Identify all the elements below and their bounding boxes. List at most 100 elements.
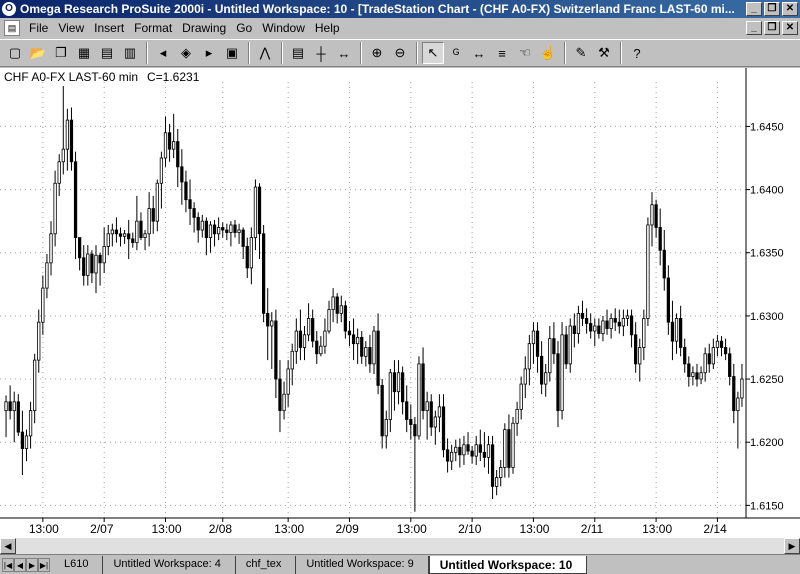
- candle-body: [621, 318, 626, 327]
- candle-body: [683, 347, 687, 365]
- menu-help[interactable]: Help: [310, 21, 345, 35]
- candle-body: [90, 253, 94, 274]
- pointer-icon[interactable]: ↖: [422, 42, 444, 64]
- candle-body: [106, 233, 110, 247]
- candle-body: [270, 320, 274, 327]
- candle-body: [499, 467, 503, 478]
- format-icon[interactable]: ▤: [287, 42, 309, 64]
- title-bar[interactable]: O Omega Research ProSuite 2000i - Untitl…: [0, 0, 800, 18]
- candle-body: [233, 224, 237, 233]
- scroll-track[interactable]: [16, 538, 784, 554]
- candle-body: [78, 237, 82, 259]
- candle-body: [425, 401, 429, 412]
- app-icon[interactable]: O: [2, 2, 16, 16]
- copy-icon[interactable]: ❐: [50, 42, 72, 64]
- tab-chf-tex[interactable]: chf_tex: [236, 555, 297, 574]
- document-icon[interactable]: ▤: [4, 20, 20, 36]
- horizontal-arrows-icon[interactable]: ↔: [468, 42, 490, 64]
- candle-body: [65, 119, 69, 150]
- candle-body: [4, 401, 8, 412]
- forward-icon[interactable]: ▸: [198, 42, 220, 64]
- candle-body: [642, 318, 646, 348]
- candle-body: [740, 378, 744, 399]
- candle-body: [327, 309, 331, 332]
- toolbar-separator: [281, 42, 283, 64]
- candle-body: [482, 451, 487, 458]
- lines-icon[interactable]: ≡: [491, 42, 513, 64]
- doc-close-button[interactable]: ✕: [782, 21, 798, 35]
- print-icon[interactable]: ▤: [96, 42, 118, 64]
- scroll-left-arrow[interactable]: ◀: [0, 538, 16, 554]
- candle-body: [323, 330, 327, 347]
- candle-body: [629, 315, 634, 336]
- candle-body: [376, 330, 380, 386]
- open-icon[interactable]: 📂: [27, 42, 49, 64]
- candle-body: [703, 353, 707, 374]
- candle-body: [204, 220, 209, 238]
- hand-icon[interactable]: ☜: [514, 42, 536, 64]
- printer-icon[interactable]: ▥: [119, 42, 141, 64]
- doc-restore-button[interactable]: ❐: [764, 21, 780, 35]
- help-icon[interactable]: ?: [626, 42, 648, 64]
- tab-nav-button[interactable]: ▶|: [38, 557, 50, 572]
- candle-body: [155, 182, 159, 222]
- chart-area[interactable]: CHF A0-FX LAST-60 min C=1.6231 1.6450 1.6…: [0, 68, 800, 538]
- candle-body: [302, 334, 307, 348]
- back-icon[interactable]: ◂: [152, 42, 174, 64]
- candle-body: [319, 345, 323, 355]
- grid-icon[interactable]: ▦: [73, 42, 95, 64]
- candle-body: [478, 444, 482, 453]
- send-icon[interactable]: ◈: [175, 42, 197, 64]
- candle-body: [490, 444, 495, 487]
- candle-body: [200, 220, 204, 231]
- tab-untitled-workspace-10[interactable]: Untitled Workspace: 10: [428, 555, 588, 574]
- candle-body: [658, 227, 662, 251]
- close-button[interactable]: ✕: [782, 2, 798, 16]
- candle-body: [388, 372, 392, 420]
- horizontal-scrollbar[interactable]: ◀ ▶: [0, 538, 800, 554]
- insert-indicator-icon[interactable]: ⋀: [254, 42, 276, 64]
- candle-body: [580, 312, 585, 319]
- candle-body: [539, 355, 544, 385]
- chart-icon[interactable]: ▣: [221, 42, 243, 64]
- candle-body: [384, 419, 388, 437]
- menu-file[interactable]: File: [24, 21, 53, 35]
- candle-body: [278, 378, 282, 412]
- minimize-button[interactable]: _: [746, 2, 762, 16]
- pencil-icon[interactable]: ✎: [570, 42, 592, 64]
- zoom-out-icon[interactable]: ⊖: [389, 42, 411, 64]
- menu-go[interactable]: Go: [231, 21, 257, 35]
- candle-body: [241, 229, 245, 247]
- tab-nav-button[interactable]: ▶: [26, 557, 38, 572]
- menu-window[interactable]: Window: [257, 21, 310, 35]
- price-chart[interactable]: CHF A0-FX LAST-60 min C=1.6231 1.6450 1.6…: [0, 68, 800, 538]
- tab-untitled-workspace-4[interactable]: Untitled Workspace: 4: [103, 555, 236, 574]
- window-title: Omega Research ProSuite 2000i - Untitled…: [20, 2, 735, 16]
- candle-body: [176, 141, 180, 168]
- new-icon[interactable]: ▢: [4, 42, 26, 64]
- toolbar-separator: [416, 42, 418, 64]
- menu-insert[interactable]: Insert: [89, 21, 129, 35]
- tab-nav-button[interactable]: |◀: [2, 557, 14, 572]
- tab-l610[interactable]: L610: [54, 555, 104, 574]
- tab-nav-button[interactable]: ◀: [14, 557, 26, 572]
- data-tip-icon[interactable]: ᴳ: [445, 42, 467, 64]
- toolbar-separator: [360, 42, 362, 64]
- menu-drawing[interactable]: Drawing: [177, 21, 231, 35]
- doc-minimize-button[interactable]: _: [746, 21, 762, 35]
- scroll-right-arrow[interactable]: ▶: [784, 538, 800, 554]
- tab-untitled-workspace-9[interactable]: Untitled Workspace: 9: [296, 555, 429, 574]
- spread-icon[interactable]: ↔: [333, 42, 355, 64]
- menu-view[interactable]: View: [53, 21, 89, 35]
- tools-icon[interactable]: ⚒: [593, 42, 615, 64]
- hand-alt-icon[interactable]: ☝: [537, 42, 559, 64]
- chart-close-label: C=1.6231: [147, 70, 200, 84]
- bar-spacing-icon[interactable]: ┼: [310, 42, 332, 64]
- candle-body: [679, 318, 683, 348]
- candle-body: [728, 353, 732, 377]
- candle-body: [343, 305, 348, 332]
- zoom-in-icon[interactable]: ⊕: [366, 42, 388, 64]
- menu-format[interactable]: Format: [129, 21, 177, 35]
- restore-button[interactable]: ❐: [764, 2, 780, 16]
- candle-body: [98, 254, 102, 264]
